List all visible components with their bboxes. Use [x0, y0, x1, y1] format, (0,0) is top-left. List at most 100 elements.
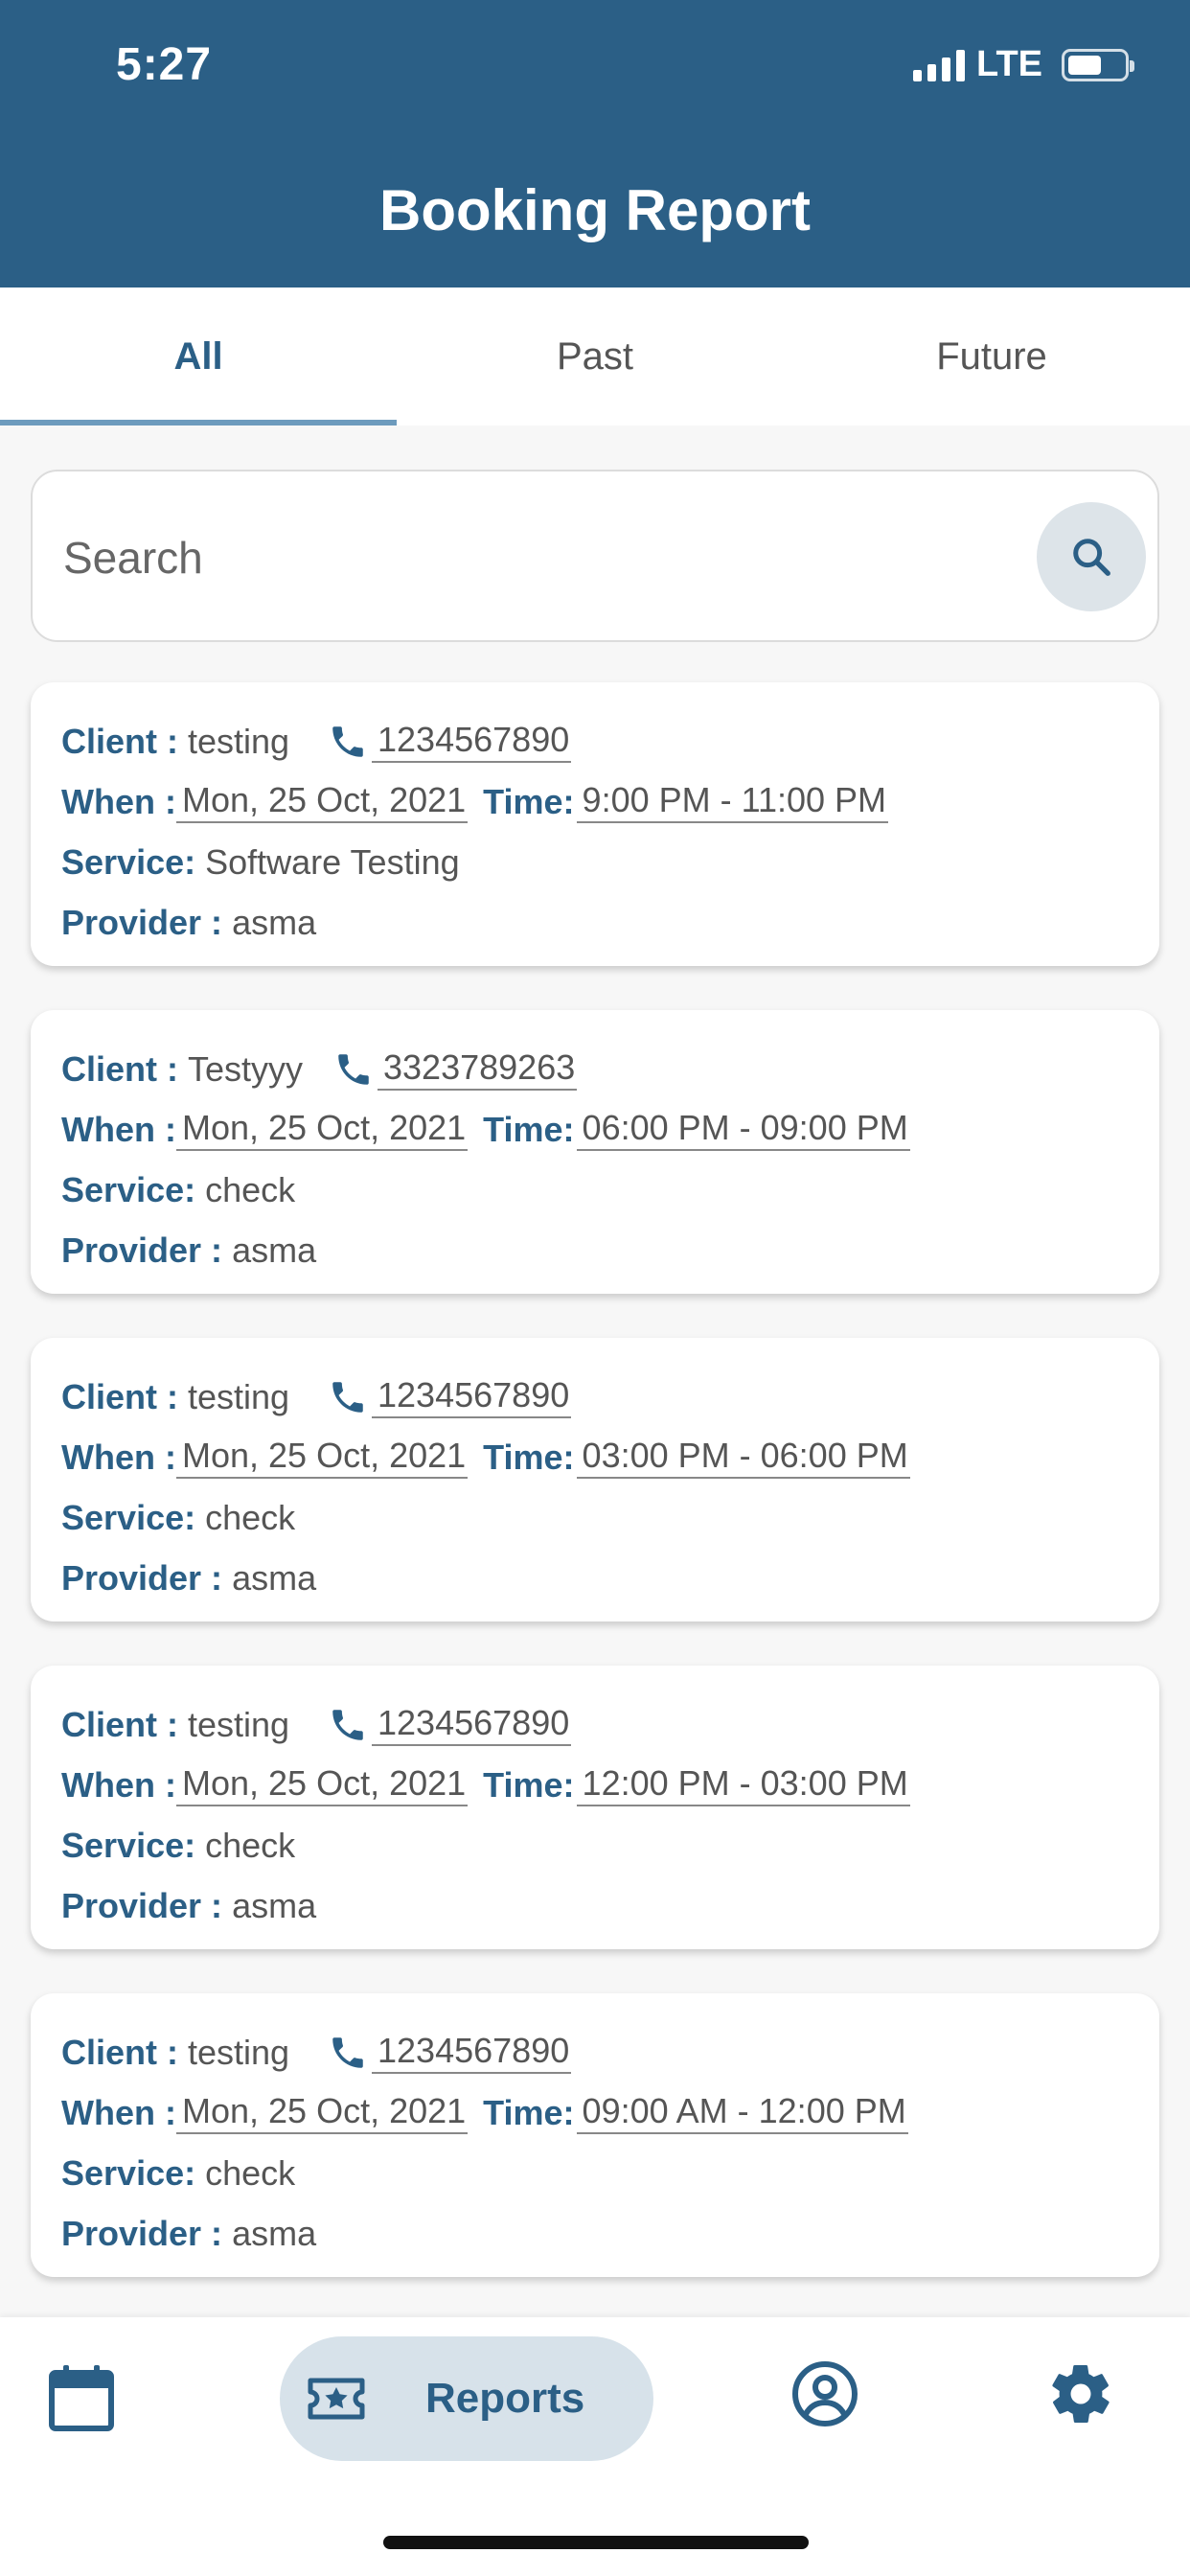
booking-date: Mon, 25 Oct, 2021: [175, 1436, 469, 1479]
search-button[interactable]: [1037, 502, 1146, 611]
when-label: When :: [61, 1109, 176, 1149]
when-row: When : Mon, 25 Oct, 2021 Time: 09:00 AM - …: [61, 2082, 1129, 2143]
booking-time: 03:00 PM - 06:00 PM: [576, 1436, 910, 1479]
provider-value: asma: [232, 1557, 317, 1598]
booking-date: Mon, 25 Oct, 2021: [175, 1108, 469, 1151]
nav-reports[interactable]: Reports: [280, 2336, 653, 2461]
page-title: Booking Report: [379, 178, 811, 242]
booking-card[interactable]: Client : testing 1234567890 When : Mon, 2…: [31, 1338, 1159, 1622]
when-label: When :: [61, 2092, 176, 2132]
phone-link[interactable]: 1234567890: [372, 2031, 572, 2074]
booking-time: 12:00 PM - 03:00 PM: [576, 1763, 910, 1806]
client-label: Client :: [61, 1704, 178, 1744]
service-value: Software Testing: [205, 841, 460, 882]
time-label: Time:: [483, 1109, 575, 1149]
search-input[interactable]: [63, 519, 1021, 596]
app-header: 5:27 LTE Booking Report: [0, 0, 1190, 288]
nav-calendar[interactable]: [48, 2363, 115, 2432]
client-name: testing: [188, 1704, 290, 1744]
client-name: testing: [188, 2032, 290, 2072]
search-icon: [1073, 539, 1110, 576]
tab-bar: All Past Future: [0, 288, 1190, 426]
when-label: When :: [61, 1437, 176, 1477]
time-label: Time:: [483, 2092, 575, 2132]
provider-row: Provider : asma: [61, 1875, 1129, 1936]
profile-icon: [792, 2361, 858, 2426]
provider-label: Provider :: [61, 1230, 223, 1270]
booking-card[interactable]: Client : testing 1234567890 When : Mon, 2…: [31, 1993, 1159, 2277]
client-row: Client : testing 1234567890: [61, 1694, 1129, 1755]
client-row: Client : testing 1234567890: [61, 2022, 1129, 2082]
time-label: Time:: [483, 781, 575, 821]
ticket-star-icon: [308, 2378, 365, 2420]
phone-link[interactable]: 1234567890: [372, 1703, 572, 1746]
provider-label: Provider :: [61, 2213, 223, 2253]
service-row: Service: check: [61, 2143, 1129, 2203]
when-label: When :: [61, 781, 176, 821]
when-row: When : Mon, 25 Oct, 2021 Time: 06:00 PM - …: [61, 1099, 1129, 1160]
phone-link[interactable]: 1234567890: [372, 720, 572, 763]
time-label: Time:: [483, 1437, 575, 1477]
nav-reports-label: Reports: [425, 2375, 585, 2422]
booking-card[interactable]: Client : testing 1234567890 When : Mon, 2…: [31, 1666, 1159, 1949]
booking-card[interactable]: Client : testing 1234567890 When : Mon, 2…: [31, 682, 1159, 966]
phone-icon: [333, 1049, 374, 1090]
signal-icon: [913, 49, 966, 81]
nav-profile[interactable]: [790, 2359, 859, 2428]
provider-label: Provider :: [61, 1885, 223, 1925]
gear-icon: [1052, 2365, 1110, 2423]
provider-row: Provider : asma: [61, 892, 1129, 953]
client-name: Testyyy: [188, 1048, 304, 1089]
when-label: When :: [61, 1764, 176, 1805]
tab-all[interactable]: All: [0, 288, 397, 426]
nav-settings[interactable]: [1046, 2359, 1115, 2428]
service-value: check: [205, 1825, 296, 1865]
client-label: Client :: [61, 1376, 178, 1416]
time-label: Time:: [483, 1764, 575, 1805]
battery-icon: [1062, 48, 1134, 81]
booking-time: 06:00 PM - 09:00 PM: [576, 1108, 910, 1151]
booking-list: Client : testing 1234567890 When : Mon, 2…: [31, 682, 1159, 2321]
tab-past[interactable]: Past: [397, 288, 793, 426]
status-indicators: LTE: [913, 44, 1134, 85]
provider-value: asma: [232, 1885, 317, 1925]
service-value: check: [205, 1497, 296, 1537]
home-indicator: [383, 2536, 809, 2549]
client-label: Client :: [61, 2032, 178, 2072]
phone-icon: [328, 2033, 368, 2073]
status-time: 5:27: [116, 39, 213, 90]
search-box: [31, 470, 1159, 642]
client-row: Client : testing 1234567890: [61, 711, 1129, 771]
provider-row: Provider : asma: [61, 2203, 1129, 2264]
booking-date: Mon, 25 Oct, 2021: [175, 1763, 469, 1806]
client-name: testing: [188, 721, 290, 761]
booking-date: Mon, 25 Oct, 2021: [175, 2091, 469, 2134]
phone-link[interactable]: 3323789263: [378, 1047, 578, 1091]
client-label: Client :: [61, 721, 178, 761]
provider-value: asma: [232, 1230, 317, 1270]
service-row: Service: Software Testing: [61, 832, 1129, 892]
phone-icon: [328, 1705, 368, 1745]
client-label: Client :: [61, 1048, 178, 1089]
service-value: check: [205, 1169, 296, 1209]
service-row: Service: check: [61, 1487, 1129, 1548]
calendar-icon: [49, 2365, 114, 2431]
booking-date: Mon, 25 Oct, 2021: [175, 780, 469, 823]
client-name: testing: [188, 1376, 290, 1416]
when-row: When : Mon, 25 Oct, 2021 Time: 9:00 PM - 1…: [61, 771, 1129, 832]
phone-link[interactable]: 1234567890: [372, 1375, 572, 1418]
service-row: Service: check: [61, 1160, 1129, 1220]
provider-label: Provider :: [61, 902, 223, 942]
service-value: check: [205, 2152, 296, 2193]
phone-icon: [328, 722, 368, 762]
phone-icon: [328, 1377, 368, 1417]
provider-value: asma: [232, 2213, 317, 2253]
booking-time: 09:00 AM - 12:00 PM: [576, 2091, 908, 2134]
provider-row: Provider : asma: [61, 1220, 1129, 1280]
service-label: Service:: [61, 2152, 196, 2193]
booking-card[interactable]: Client : Testyyy 3323789263 When : Mon, 2…: [31, 1010, 1159, 1294]
service-row: Service: check: [61, 1815, 1129, 1875]
client-row: Client : Testyyy 3323789263: [61, 1039, 1129, 1099]
provider-value: asma: [232, 902, 317, 942]
tab-future[interactable]: Future: [793, 288, 1190, 426]
